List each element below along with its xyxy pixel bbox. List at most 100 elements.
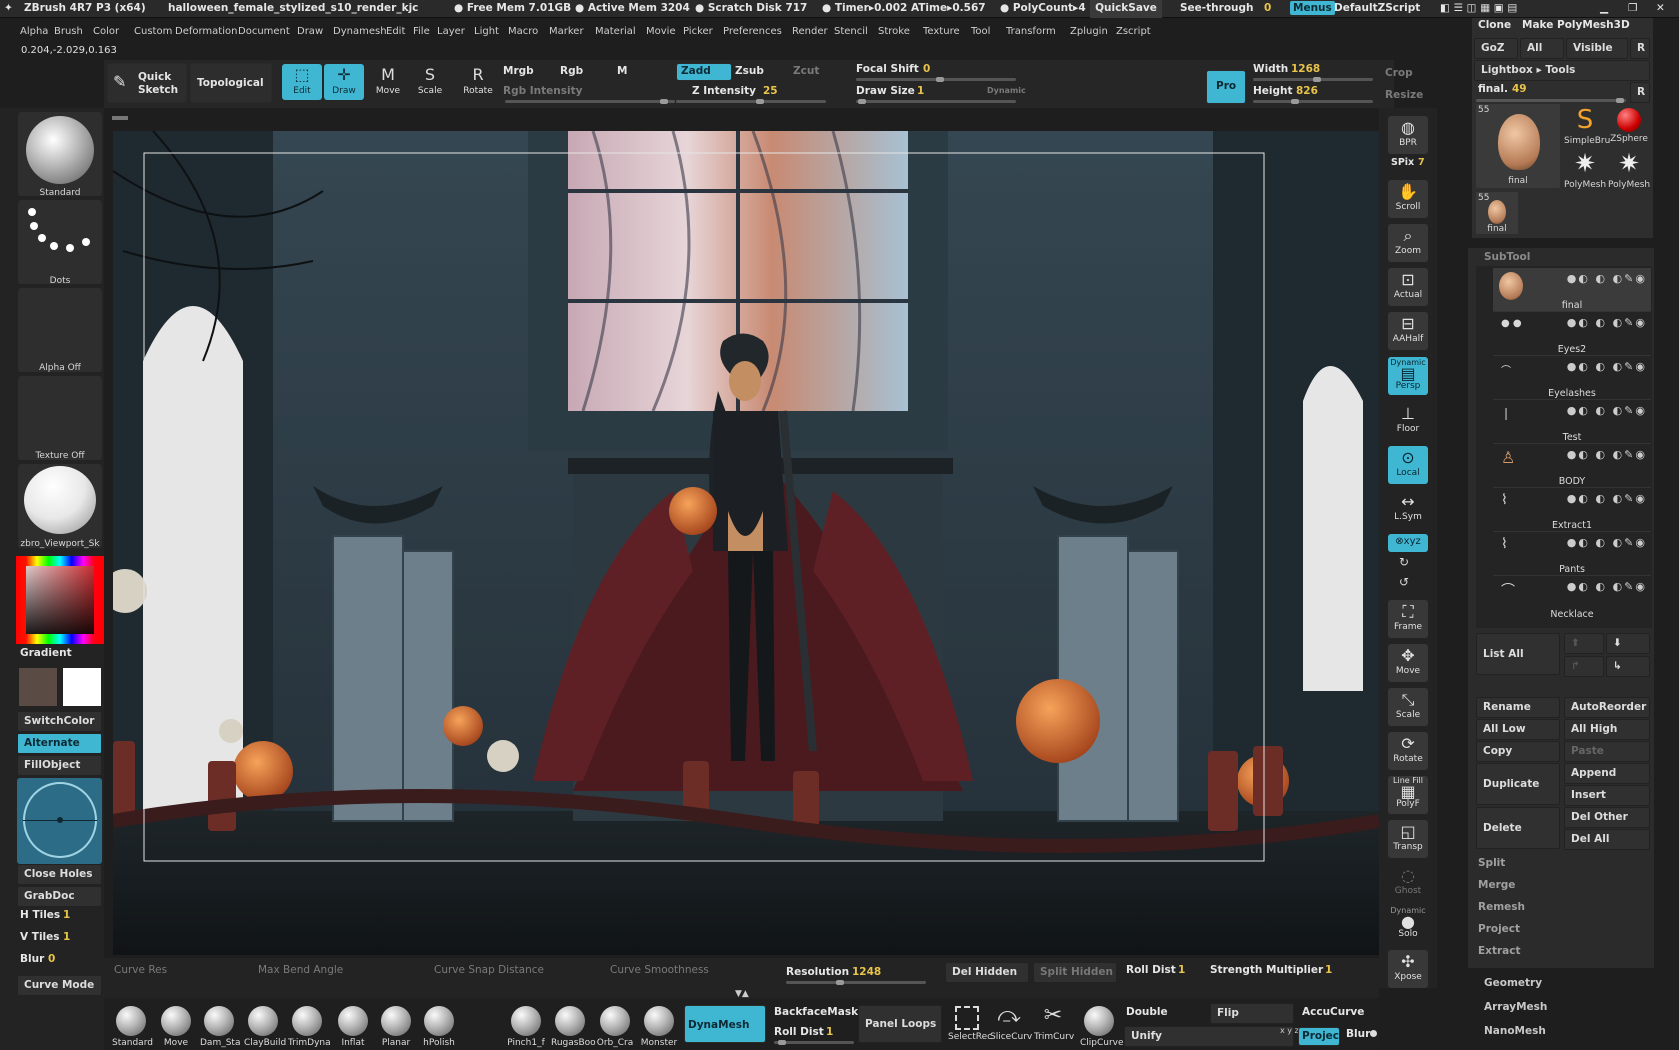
roll-dist-2-label[interactable]: Roll Dist [774,1026,824,1038]
menu-item[interactable]: Layer [437,26,465,37]
edit-button[interactable]: ⬚ Edit [282,64,322,100]
unify-button[interactable]: Unify [1124,1026,1294,1047]
menus-button[interactable]: Menus [1290,1,1335,15]
rotate-y-icon[interactable]: ↻ [1399,555,1409,569]
tool-thumbnail-final-small[interactable]: 55 final [1476,192,1518,234]
brush-inflat[interactable]: Inflat [334,1000,372,1048]
remesh-section[interactable]: Remesh [1478,901,1525,913]
menu-item[interactable]: Brush [54,26,83,37]
goz-button[interactable]: GoZ [1474,38,1518,59]
brush-standard[interactable]: Standard [112,1000,153,1048]
merge-section[interactable]: Merge [1478,879,1515,891]
menu-item[interactable]: Preferences [723,26,782,37]
append-button[interactable]: Append [1564,763,1650,784]
curve-smoothness-slider[interactable]: Curve Smoothness [610,964,709,976]
hue-ring[interactable] [16,556,104,644]
menu-item[interactable]: Material [595,26,636,37]
visibility-icons[interactable]: ●◐ ◐ ◐✎◉ [1567,272,1647,285]
close-icon[interactable]: ✕ [1656,2,1665,14]
blur-toggle-icon[interactable] [1370,1030,1377,1037]
visibility-icons[interactable]: ●◐ ◐ ◐✎◉ [1567,580,1647,593]
subtool-item[interactable]: ❘ ●◐ ◐ ◐✎◉ Test [1493,400,1651,444]
rename-button[interactable]: Rename [1476,697,1560,718]
switchcolor-button[interactable]: SwitchColor [17,711,102,732]
bpr-button[interactable]: ◍ BPR [1388,116,1428,154]
menu-item[interactable]: Movie [646,26,676,37]
dots-stroke-button[interactable] [18,200,102,284]
paste-button[interactable]: Paste [1564,741,1650,762]
resize-button[interactable]: Resize [1385,89,1423,101]
minimize-icon[interactable]: ▁ [1600,2,1608,14]
visibility-icons[interactable]: ●◐ ◐ ◐✎◉ [1567,404,1647,417]
width-label[interactable]: Width [1253,63,1288,75]
floor-button[interactable]: ⊥ Floor [1388,402,1428,440]
move-up-arrow-icon[interactable]: ⬆ [1564,633,1604,654]
move-down-arrow-icon[interactable]: ⬇ [1606,633,1650,654]
visible-button[interactable]: Visible [1566,38,1628,59]
dynamic-toggle[interactable]: Dynamic [987,86,1026,95]
brush-claybuildup[interactable]: ClayBuild [244,1000,286,1048]
del-hidden-button[interactable]: Del Hidden [945,962,1029,983]
geometry-section[interactable]: Geometry [1484,977,1542,989]
spix-label[interactable]: SPix [1391,157,1414,168]
aahalf-button[interactable]: ⊟ AAHalf [1388,312,1428,350]
frame-button[interactable]: ⛶ Frame [1388,600,1428,638]
split-hidden-button[interactable]: Split Hidden [1033,962,1117,983]
del-all-button[interactable]: Del All [1564,829,1650,850]
subtool-item[interactable]: ⌒ ●◐ ◐ ◐✎◉ Eyelashes [1493,356,1651,400]
z-intensity-label[interactable]: Z Intensity [692,85,756,97]
r-button[interactable]: R [1630,38,1650,59]
clip-curve-tool[interactable]: ClipCurve [1080,1000,1124,1048]
menu-item[interactable]: Color [93,26,119,37]
focal-shift-label[interactable]: Focal Shift [856,63,919,75]
extract-section[interactable]: Extract [1478,945,1520,957]
del-other-button[interactable]: Del Other [1564,807,1650,828]
transp-button[interactable]: ◱ Transp [1388,820,1428,858]
visibility-icons[interactable]: ●◐ ◐ ◐✎◉ [1567,316,1647,329]
brush-pinch[interactable]: Pinch1_f [507,1000,545,1048]
tool-name-label[interactable]: final. [1478,83,1508,95]
brush-hpolish[interactable]: hPolish [420,1000,458,1048]
texture-button[interactable] [18,376,102,460]
rgb-intensity-track[interactable] [505,99,675,104]
xyz-mini-icon[interactable]: x y z [1280,1026,1299,1035]
m-button[interactable]: M [617,65,627,77]
zsub-button[interactable]: Zsub [735,65,764,77]
flip-button[interactable]: Flip [1210,1003,1294,1024]
material-button[interactable] [18,464,102,548]
visibility-icons[interactable]: ●◐ ◐ ◐✎◉ [1567,536,1647,549]
brush-move[interactable]: Move [157,1000,195,1048]
resolution-label[interactable]: Resolution [786,966,849,978]
rgb-intensity-slider[interactable]: Rgb Intensity [503,85,582,97]
scale-view-button[interactable]: ⤡ Scale [1388,688,1428,726]
solo-button[interactable]: Dynamic ● Solo [1388,906,1428,944]
duplicate-button[interactable]: Duplicate [1476,763,1560,805]
move-view-button[interactable]: ✥ Move [1388,644,1428,682]
split-section[interactable]: Split [1478,857,1505,869]
secondary-color-swatch[interactable] [18,667,58,707]
document-canvas[interactable] [113,131,1379,955]
v-tiles-label[interactable]: V Tiles [20,931,60,943]
draw-size-track[interactable] [856,99,1016,104]
lightbox-tools-button[interactable]: Lightbox ▸ Tools [1474,60,1650,81]
list-all-button[interactable]: List All [1476,633,1560,675]
focal-shift-track[interactable] [856,77,1016,82]
subtool-item[interactable]: ♙ ●◐ ◐ ◐✎◉ BODY [1493,444,1651,488]
roll-dist-label[interactable]: Roll Dist [1126,964,1176,976]
grabdoc-button[interactable]: GrabDoc [17,886,102,907]
menu-item[interactable]: Tool [971,26,990,37]
menu-item[interactable]: Stencil [834,26,868,37]
menu-item[interactable]: Zplugin [1070,26,1108,37]
menu-item[interactable]: Light [474,26,499,37]
curve-res-slider[interactable]: Curve Res [114,964,167,976]
subtool-item[interactable]: ●◐ ◐ ◐✎◉ final [1493,268,1651,312]
menu-item[interactable]: Alpha [20,26,48,37]
rotate-view-button[interactable]: ⟳ Rotate [1388,732,1428,770]
persp-button[interactable]: Dynamic ▤ Persp [1388,357,1428,395]
quick-sketch-button[interactable]: ✎ Quick Sketch [107,63,187,103]
restore-icon[interactable]: ❐ [1628,2,1637,14]
mrgb-button[interactable]: Mrgb [503,65,534,77]
tool-thumbnail-final[interactable]: 55 final [1476,104,1560,188]
alternate-button[interactable]: Alternate [17,733,102,754]
menu-item[interactable]: Marker [549,26,584,37]
